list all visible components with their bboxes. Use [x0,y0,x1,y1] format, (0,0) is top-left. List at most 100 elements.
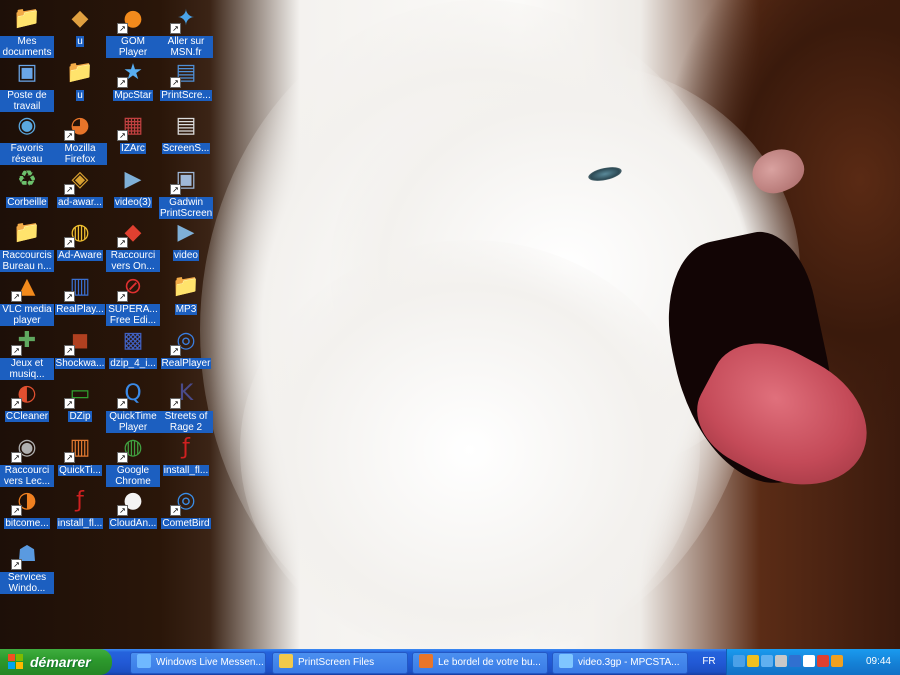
desktop-icon[interactable]: ▥ ↗ RealPlay... [53,270,107,315]
desktop-icon[interactable]: ◆ u [53,2,107,47]
network-icon[interactable] [747,655,759,667]
shortcut-arrow-icon: ↗ [64,130,75,142]
izarc-icon: ▦ ↗ [117,111,149,142]
desktop-icon[interactable]: ◎ ↗ CometBird [159,484,213,530]
desktop-icon[interactable]: ⊘ ↗ SUPERA... Free Edi... [106,270,160,326]
desktop-icon-label: install_fl... [162,464,210,476]
security-icon[interactable] [817,655,829,667]
taskbar-button-label: video.3gp - MPCSTA... [578,657,680,668]
desktop-icon[interactable]: ƒ install_fl... [159,431,213,476]
desktop-icon-label: RealPlay... [55,304,105,315]
desktop-icon[interactable]: ▭ ↗ DZip [53,377,107,423]
desktop-icon[interactable]: ◕ ↗ Mozilla Firefox [53,109,107,166]
taskbar-button[interactable]: video.3gp - MPCSTA... [552,652,688,674]
system-tray: 09:44 [726,649,900,675]
desktop-icon[interactable]: ◍ ↗ Google Chrome [106,431,160,487]
dzip-icon: ▭ ↗ [64,379,96,410]
language-indicator[interactable]: FR [696,654,722,670]
quicktime-icon: Q ↗ [117,379,149,410]
windows-logo-icon [8,654,24,670]
messenger-icon[interactable] [761,655,773,667]
desktop-icon[interactable]: ▤ ↗ PrintScre... [159,56,213,101]
flash-icon: ƒ [76,488,84,514]
installer-icon: ▩ [122,327,144,353]
desktop-icon[interactable]: ♻ Corbeille [0,163,54,208]
computer-icon: ▣ [16,59,38,85]
desktop-icon[interactable]: ◎ ↗ RealPlayer [159,324,213,369]
desktop-icon[interactable]: ▶ video(3) [106,163,160,208]
desktop-icon[interactable]: ▶ video [159,216,213,262]
clock[interactable]: 09:44 [866,649,891,675]
desktop-icon[interactable]: K ↗ Streets of Rage 2 [159,377,213,434]
desktop-icon[interactable]: Q ↗ QuickTime Player [106,377,160,434]
taskbar-button[interactable]: Le bordel de votre bu... [412,652,548,674]
panda-icon[interactable] [803,655,815,667]
desktop-icon[interactable]: ▣ Poste de travail [0,56,54,112]
desktop-icon[interactable]: ◉ ↗ Raccourci vers Lec... [0,431,54,487]
shortcut-arrow-icon: ↗ [64,398,75,410]
desktop-icon-label: Shockwa... [54,357,106,369]
chrome-icon: ◍ ↗ [117,433,149,463]
shortcut-arrow-icon: ↗ [11,451,22,463]
shortcut-arrow-icon: ↗ [170,505,181,517]
panda-icon: ● ↗ [117,486,149,517]
bluetooth-icon[interactable] [789,655,801,667]
shortcut-arrow-icon: ↗ [117,505,128,517]
desktop-icon-label: video(3) [113,196,153,208]
desktop-icon[interactable]: ▥ ↗ QuickTi... [53,431,107,476]
shortcut-arrow-icon: ↗ [11,559,22,570]
printscreen-icon: ▤ ↗ [170,58,202,88]
start-label: démarrer [30,654,91,670]
update-icon[interactable] [831,655,843,667]
ccleaner-icon: ◐ ↗ [11,379,43,410]
shortcut-arrow-icon: ↗ [117,398,128,410]
desktop-icon[interactable]: ✚ ↗ Jeux et musiq... [0,324,54,380]
video-file-icon: ▶ [124,166,142,192]
desktop-icon[interactable]: ◐ ↗ CCleaner [0,377,54,423]
shortcut-arrow-icon: ↗ [64,183,75,195]
desktop-icon-label: PrintScre... [160,89,212,101]
desktop-icon[interactable]: 📁 Raccourcis Bureau n... [0,216,54,273]
desktop-icon[interactable]: ◍ ↗ Ad-Aware [53,216,107,262]
taskbar-button[interactable]: Windows Live Messen... [130,652,266,674]
shortcut-arrow-icon: ↗ [170,344,181,356]
shortcut-arrow-icon: ↗ [11,291,22,302]
shortcut-arrow-icon: ↗ [170,23,181,34]
supera-icon: ⊘ ↗ [117,272,149,302]
desktop-icon[interactable]: 📁 u [53,56,107,101]
desktop-icon-label: MpcStar [113,89,153,101]
desktop-icon[interactable]: ◉ Favoris réseau [0,109,54,166]
shield-icon[interactable] [733,655,745,667]
desktop-icon[interactable]: ☗ ↗ Services Windo... [0,538,54,594]
desktop-icon-label: MP3 [174,304,198,315]
volume-icon[interactable] [775,655,787,667]
desktop-icon[interactable]: ◈ ↗ ad-awar... [53,163,107,208]
desktop-icon-label: u [76,89,84,101]
adaware-globe-icon: ◍ ↗ [64,218,96,249]
desktop-icon[interactable]: ▤ ScreenS... [159,109,213,155]
desktop-icon[interactable]: 📁 MP3 [159,270,213,315]
messenger-icon [137,654,151,668]
desktop-icon[interactable]: ◼ ↗ Shockwa... [53,324,107,369]
start-button[interactable]: démarrer [0,649,112,675]
desktop-icon[interactable]: ▩ dzip_4_i... [106,324,160,369]
desktop-icon[interactable]: ◆ ↗ Raccourci vers On... [106,216,160,273]
desktop-icon-label: dzip_4_i... [109,357,157,369]
desktop-icon[interactable]: ★ ↗ MpcStar [106,56,160,101]
folder-icon: 📁 [13,220,41,246]
desktop-icon[interactable]: ▲ ↗ VLC media player [0,270,54,326]
desktop-icon[interactable]: ƒ install_fl... [53,484,107,530]
desktop-icon[interactable]: 📁 Mes documents [0,2,54,58]
desktop-icon[interactable]: ● ↗ CloudAn... [106,484,160,530]
desktop-icon[interactable]: ◑ ↗ bitcome... [0,484,54,530]
taskbar-button[interactable]: PrintScreen Files [272,652,408,674]
taskbar: démarrer Windows Live Messen... PrintScre… [0,649,900,675]
desktop-icon[interactable]: ▣ ↗ Gadwin PrintScreen [159,163,214,219]
desktop-icon[interactable]: ▦ ↗ IZArc [106,109,160,155]
desktop-icon[interactable]: ✦ ↗ Aller sur MSN.fr [159,2,213,58]
flash-icon: ƒ [182,434,190,460]
quicktime-box-icon: ▥ ↗ [64,433,96,463]
firefox-icon [419,654,433,668]
desktop-icon-label: bitcome... [4,518,50,530]
desktop-icon[interactable]: ● ↗ GOM Player [106,2,160,58]
